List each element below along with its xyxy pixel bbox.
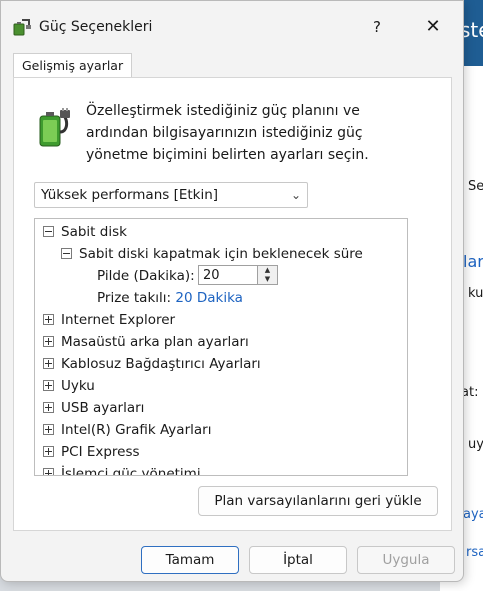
expand-icon[interactable] [43,335,54,347]
power-options-dialog: Güç Seçenekleri ? ✕ Gelişmiş ayarlar Öze… [0,0,464,582]
help-button[interactable]: ? [357,9,397,45]
power-options-icon [13,19,31,36]
collapse-icon[interactable] [61,247,72,259]
cancel-button[interactable]: İptal [249,546,347,574]
tree-item-label: Uyku [61,378,95,394]
tree-item-wireless-adapter[interactable]: Kablosuz Bağdaştırıcı Ayarları [43,353,261,375]
tree-item-label: Kablosuz Bağdaştırıcı Ayarları [61,356,261,372]
collapse-icon[interactable] [43,225,54,237]
background-fragment: Se [468,179,483,194]
tree-item-pci-express[interactable]: PCI Express [43,441,140,463]
tab-advanced-settings[interactable]: Gelişmiş ayarlar [13,53,133,78]
tree-item-label: Sabit diski kapatmak için beklenecek sür… [79,246,363,262]
apply-button[interactable]: Uygula [357,546,455,574]
settings-panel: Özelleştirmek istediğiniz güç planını ve… [13,77,452,531]
spin-down-icon[interactable]: ▼ [258,275,277,284]
plugged-in-setting[interactable]: Prize takılı: 20 Dakika [97,287,243,309]
tree-item-label: USB ayarları [61,400,145,416]
plugged-in-value-link[interactable]: 20 Dakika [175,290,243,306]
tree-item-internet-explorer[interactable]: Internet Explorer [43,309,175,331]
minutes-spinner[interactable]: ▲ ▼ [258,265,278,285]
tree-item-label: Sabit disk [61,224,127,240]
tree-item-intel-graphics[interactable]: Intel(R) Grafik Ayarları [43,419,211,441]
chevron-down-icon: ⌄ [290,188,301,202]
power-plan-value: Yüksek performans [Etkin] [41,187,219,203]
tree-item-sleep[interactable]: Uyku [43,375,95,397]
background-link[interactable]: rsay [466,545,483,560]
tree-item-turn-off-disk[interactable]: Sabit diski kapatmak için beklenecek sür… [61,243,363,265]
ok-button[interactable]: Tamam [141,546,239,574]
tree-item-label: PCI Express [61,444,140,460]
expand-icon[interactable] [43,445,54,457]
close-button[interactable]: ✕ [413,9,453,45]
power-plan-select[interactable]: Yüksek performans [Etkin] ⌄ [34,182,308,208]
tree-item-label: Masaüstü arka plan ayarları [61,334,249,350]
background-fragment: uyk [468,437,483,452]
expand-icon[interactable] [43,423,54,435]
on-battery-label: Pilde (Dakika): [97,268,195,284]
background-fragment[interactable]: ları [463,252,483,271]
expand-icon[interactable] [43,401,54,413]
description-text: Özelleştirmek istediğiniz güç planını ve… [86,103,369,163]
tree-item-label: Intel(R) Grafik Ayarları [61,422,212,438]
tree-item-label: Internet Explorer [61,312,176,328]
plugged-in-label: Prize takılı: [97,290,172,306]
spin-up-icon[interactable]: ▲ [258,266,277,275]
battery-plug-icon [39,108,70,147]
tree-item-usb[interactable]: USB ayarları [43,397,144,419]
tree-item-desktop-background[interactable]: Masaüstü arka plan ayarları [43,331,249,353]
tree-item-label: İşlemci güç yönetimi [61,466,201,476]
background-fragment: ku [468,286,483,301]
expand-icon[interactable] [43,467,54,475]
restore-defaults-button[interactable]: Plan varsayılanlarını geri yükle [198,486,438,516]
tree-item-hard-disk[interactable]: Sabit disk [43,221,127,243]
background-link[interactable]: ayarl [463,507,483,522]
expand-icon[interactable] [43,313,54,325]
expand-icon[interactable] [43,357,54,369]
dialog-title: Güç Seçenekleri [39,19,153,35]
expand-icon[interactable] [43,379,54,391]
settings-tree[interactable]: Sabit disk Sabit diski kapatmak için bek… [34,218,408,476]
title-bar[interactable]: Güç Seçenekleri ? ✕ [1,1,463,49]
tree-item-processor-power[interactable]: İşlemci güç yönetimi [43,463,201,476]
on-battery-minutes-input[interactable]: 20 [198,265,258,285]
